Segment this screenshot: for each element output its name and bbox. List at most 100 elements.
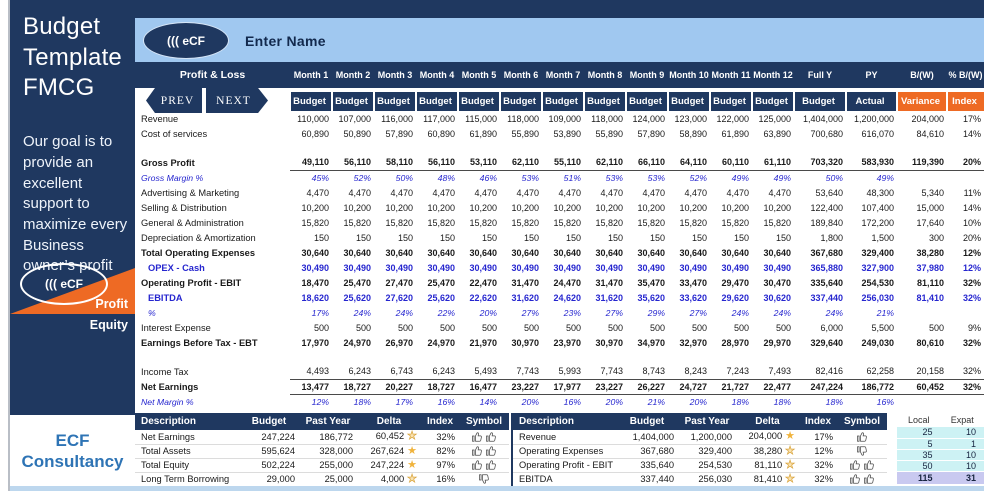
- pl-cell-opex-cash-Month 8: 30,490: [584, 260, 626, 275]
- pl-cell-ebitda-PY: 256,030: [846, 290, 897, 305]
- header-band: ((( eCF Enter Name: [135, 18, 984, 62]
- summary-header-symbol: Symbol: [837, 413, 887, 430]
- summary-row-revenue: Revenue1,404,0001,200,000204,000★17%: [512, 430, 887, 444]
- summary-index: 32%: [421, 430, 459, 444]
- pl-cell-selling-distribution-Month 9: 10,200: [626, 200, 668, 215]
- pl-cell-gross-profit-Month 4: 56,110: [416, 155, 458, 170]
- pl-cell-total-operating-expenses-Full Y: 367,680: [794, 245, 846, 260]
- pl-cell-opex-cash-PY: 327,900: [846, 260, 897, 275]
- pl-row-label: Cost of services: [135, 126, 290, 141]
- pl-cell-cost-of-services-Month 2: 50,890: [332, 126, 374, 141]
- pl-cell-net-earnings-Month 4: 18,727: [416, 379, 458, 394]
- pl-cell-operating-profit-ebit-% B/(W): 32%: [947, 275, 984, 290]
- pl-cell-opex-cash-Month 1: 30,490: [290, 260, 332, 275]
- enter-name-field[interactable]: Enter Name: [245, 33, 326, 49]
- pl-cell-gross-margin-Month 8: 53%: [584, 170, 626, 185]
- pl-cell-operating-profit-ebit-Month 5: 22,470: [458, 275, 500, 290]
- pl-cell-revenue-% B/(W): 17%: [947, 111, 984, 126]
- pl-cell-gross-margin-Month 3: 50%: [374, 170, 416, 185]
- summary-index: 82%: [421, 444, 459, 458]
- pl-title: Profit & Loss: [135, 62, 290, 88]
- pl-cell-advertising-marketing-Month 6: 4,470: [500, 185, 542, 200]
- summary-budget: 29,000: [239, 472, 299, 486]
- star-full-icon: ★: [785, 430, 795, 442]
- pl-cell-earnings-before-tax-ebt-Month 9: 34,970: [626, 335, 668, 350]
- pl-cell-earnings-before-tax-ebt-PY: 249,030: [846, 335, 897, 350]
- pl-cell-cost-of-services-Month 9: 57,890: [626, 126, 668, 141]
- pl-cell-general-administration-Month 10: 15,820: [668, 215, 710, 230]
- pl-cell-gross-margin-Month 1: 45%: [290, 170, 332, 185]
- pl-cell-total-operating-expenses-Month 7: 30,640: [542, 245, 584, 260]
- pl-cell-earnings-before-tax-ebt-Month 11: 28,970: [710, 335, 752, 350]
- budget-template-app: Budget Template FMCG Our goal is to prov…: [0, 0, 984, 491]
- headcount-cell: 10: [941, 460, 984, 471]
- pl-cell-selling-distribution-Month 4: 10,200: [416, 200, 458, 215]
- pl-cell-revenue-Month 8: 118,000: [584, 111, 626, 126]
- pl-cell-selling-distribution-B/(W): 15,000: [897, 200, 947, 215]
- summary-header-index: Index: [799, 413, 837, 430]
- pl-cell-advertising-marketing-Month 1: 4,470: [290, 185, 332, 200]
- pl-cell-selling-distribution-% B/(W): 14%: [947, 200, 984, 215]
- pl-cell-net-margin-Month 11: 18%: [710, 394, 752, 409]
- pl-table-body: BudgetBudgetBudgetBudgetBudgetBudgetBudg…: [135, 88, 984, 409]
- pl-cell-net-margin-Month 6: 20%: [500, 394, 542, 409]
- pl-cell-total-operating-expenses-Month 10: 30,640: [668, 245, 710, 260]
- pl-cell-interest-expense-Month 4: 500: [416, 320, 458, 335]
- pl-row-label: Total Operating Expenses: [135, 245, 290, 260]
- summary-delta: 81,110★: [736, 458, 799, 472]
- summary-symbol: [459, 472, 509, 486]
- sidebar-tagline: Our goal is to provide an excellent supp…: [10, 104, 135, 277]
- headcount-header-row: LocalExpat: [897, 413, 984, 427]
- pl-cell-net-margin-Month 3: 17%: [374, 394, 416, 409]
- pl-cell-net-margin-Month 12: 18%: [752, 394, 794, 409]
- headcount-cell: 25: [897, 427, 941, 438]
- summary-header-row: DescriptionBudgetPast YearDeltaIndexSymb…: [512, 413, 887, 430]
- summary-row-ebitda: EBITDA337,440256,03081,410★32%: [512, 472, 887, 486]
- pl-cell-total-operating-expenses-Month 6: 30,640: [500, 245, 542, 260]
- pl-cell-earnings-before-tax-ebt-B/(W): 80,610: [897, 335, 947, 350]
- pl-cell-operating-profit-ebit-Month 6: 31,470: [500, 275, 542, 290]
- pl-cell-advertising-marketing-Month 8: 4,470: [584, 185, 626, 200]
- pl-cell-selling-distribution-Month 11: 10,200: [710, 200, 752, 215]
- thumb-up-icon: [471, 431, 483, 443]
- pl-cell-net-earnings-Month 8: 23,227: [584, 379, 626, 394]
- pl-cell-net-earnings-Month 5: 16,477: [458, 379, 500, 394]
- thumb-up-icon: [485, 459, 497, 471]
- pl-cell-ebitda-Month 8: 31,620: [584, 290, 626, 305]
- pl-cell-advertising-marketing-Month 7: 4,470: [542, 185, 584, 200]
- summary-symbol: [459, 458, 509, 472]
- pl-cell-net-earnings-Month 7: 17,977: [542, 379, 584, 394]
- pl-cell-interest-expense-Month 1: 500: [290, 320, 332, 335]
- pl-row-revenue: Revenue110,000107,000116,000117,000115,0…: [135, 111, 984, 126]
- pl-cell-cost-of-services-Month 3: 57,890: [374, 126, 416, 141]
- pl-spacer-cell: [135, 141, 984, 155]
- pl-subheader-budget: Budget: [668, 92, 710, 111]
- pl-subheader-budget: Budget: [752, 92, 794, 111]
- pl-cell-opex-cash-B/(W): 37,980: [897, 260, 947, 275]
- ecf-logo-icon: ((( eCF: [143, 22, 229, 59]
- pl-cell-opex-cash-Month 11: 30,490: [710, 260, 752, 275]
- prev-button[interactable]: PREV: [146, 88, 202, 113]
- summary-index: 32%: [799, 458, 837, 472]
- summary-budget: 502,224: [239, 458, 299, 472]
- summary-symbol: [837, 444, 887, 458]
- pl-cell-ebitda-Month 12: 30,620: [752, 290, 794, 305]
- pl-cell-opex-cash-Month 6: 30,490: [500, 260, 542, 275]
- pl-cell-earnings-before-tax-ebt-Full Y: 329,640: [794, 335, 846, 350]
- summary-index: 32%: [799, 472, 837, 486]
- pl-cell-selling-distribution-PY: 107,400: [846, 200, 897, 215]
- star-full-icon: ★: [407, 459, 417, 471]
- next-button[interactable]: NEXT: [206, 88, 268, 113]
- pl-cell-total-operating-expenses-% B/(W): 12%: [947, 245, 984, 260]
- pl-cell-revenue-Month 2: 107,000: [332, 111, 374, 126]
- pl-cell-operating-profit-ebit-Month 8: 31,470: [584, 275, 626, 290]
- pl-cell-advertising-marketing-Month 3: 4,470: [374, 185, 416, 200]
- pl-cell-net-earnings-% B/(W): 32%: [947, 379, 984, 394]
- pl-row-label: EBITDA: [135, 290, 290, 305]
- thumb-up-icon: [471, 459, 483, 471]
- pl-column-header-month-4: Month 4: [416, 62, 458, 88]
- pl-cell-ebitda-Month 4: 25,620: [416, 290, 458, 305]
- pl-cell-income-tax-Month 1: 4,493: [290, 364, 332, 379]
- pl-column-header-month-2: Month 2: [332, 62, 374, 88]
- summary-index: 97%: [421, 458, 459, 472]
